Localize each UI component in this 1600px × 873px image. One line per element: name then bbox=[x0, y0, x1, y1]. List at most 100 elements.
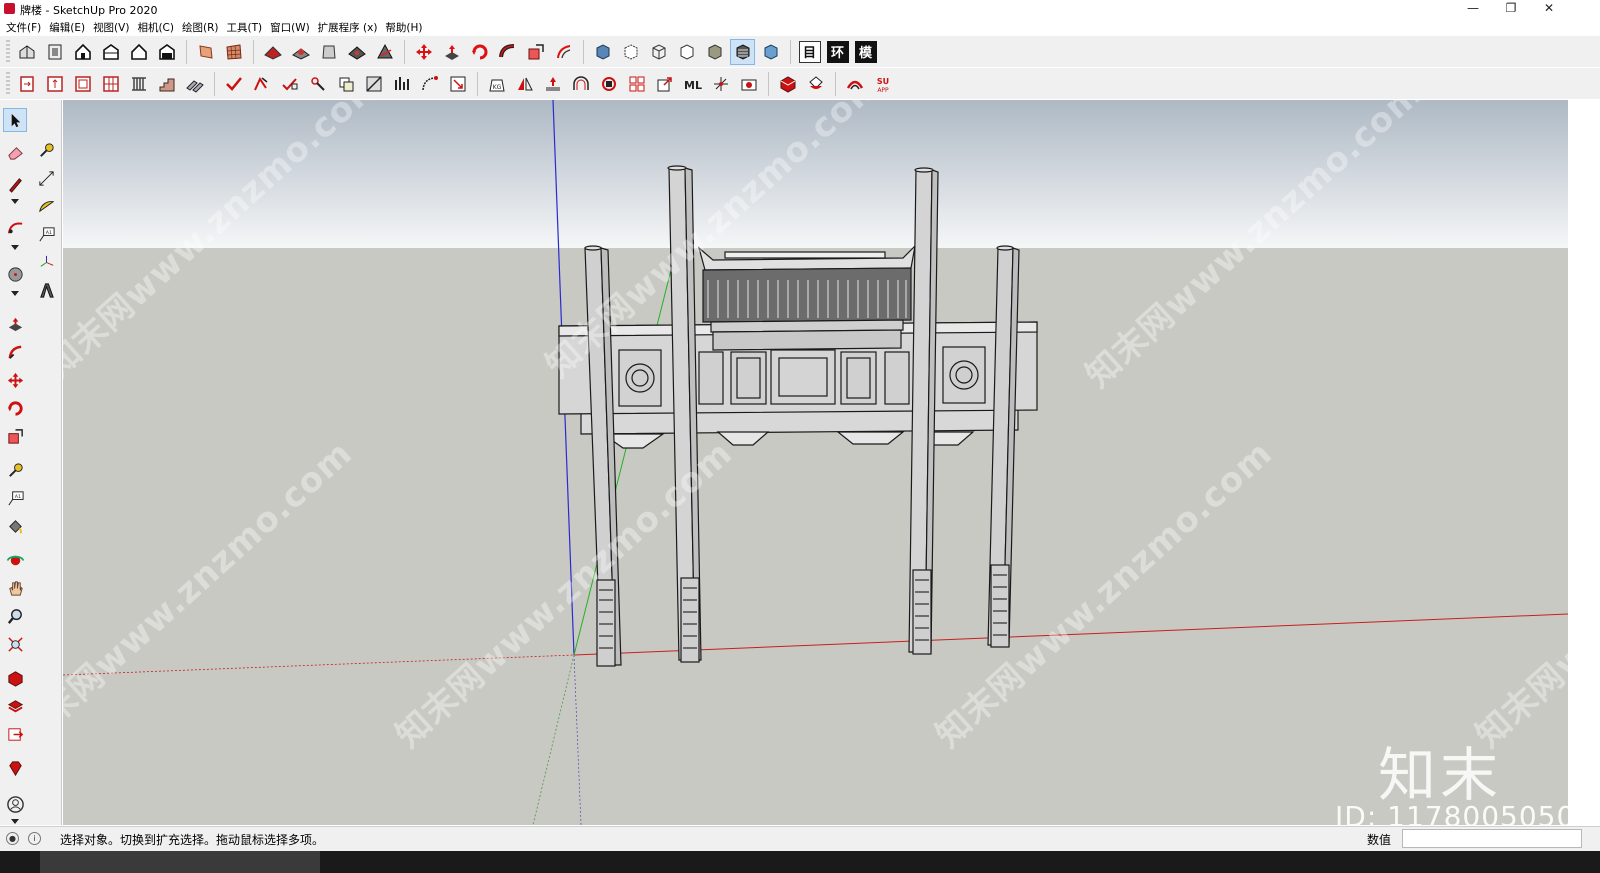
scale-button[interactable] bbox=[523, 39, 548, 65]
menu-file[interactable]: 文件(F) bbox=[4, 18, 47, 36]
plugin-cut-button[interactable] bbox=[361, 71, 386, 97]
style-xray-button[interactable] bbox=[590, 39, 615, 65]
plugin-weld-button[interactable] bbox=[249, 71, 274, 97]
plugin-paint-button[interactable] bbox=[803, 71, 828, 97]
plugin-mirror-button[interactable] bbox=[512, 71, 537, 97]
3dtext-tool-button[interactable] bbox=[34, 278, 58, 302]
move-button[interactable] bbox=[411, 39, 436, 65]
scale-tool-button[interactable] bbox=[3, 424, 27, 448]
toolbar-grip[interactable] bbox=[6, 71, 10, 96]
circle-tool-button[interactable] bbox=[3, 262, 27, 286]
restore-button[interactable]: ❐ bbox=[1492, 0, 1530, 18]
section-grid-button[interactable] bbox=[221, 39, 246, 65]
paifang-gate[interactable] bbox=[558, 165, 1038, 667]
dimension-tool-button[interactable] bbox=[34, 166, 58, 190]
view-front-button[interactable] bbox=[70, 39, 95, 65]
pan-tool-button[interactable] bbox=[3, 576, 27, 600]
menu-draw[interactable]: 绘图(R) bbox=[180, 18, 225, 36]
toolbar-grip[interactable] bbox=[6, 39, 10, 64]
plugin-spin-button[interactable] bbox=[596, 71, 621, 97]
style-hidden-button[interactable] bbox=[674, 39, 699, 65]
text-label-tool-button[interactable]: A1 bbox=[3, 486, 27, 510]
account-tool-button[interactable] bbox=[3, 792, 27, 816]
plugin-axes-button[interactable] bbox=[708, 71, 733, 97]
plugin-ml-button[interactable]: ML bbox=[680, 71, 705, 97]
menu-extensions[interactable]: 扩展程序 (x) bbox=[316, 18, 384, 36]
view-back-button[interactable] bbox=[126, 39, 151, 65]
ruby-console-tool-button[interactable] bbox=[3, 756, 27, 780]
select-tool-button[interactable] bbox=[3, 108, 27, 132]
orbit-tool-button[interactable] bbox=[3, 548, 27, 572]
plugin-railing-button[interactable] bbox=[126, 71, 151, 97]
arc-tool-button[interactable] bbox=[3, 216, 27, 240]
plugin-camera-button[interactable] bbox=[736, 71, 761, 97]
sandbox-detail-button[interactable] bbox=[344, 39, 369, 65]
menu-view[interactable]: 视图(V) bbox=[91, 18, 135, 36]
line-tool-dropdown[interactable] bbox=[11, 199, 19, 204]
minimize-button[interactable]: — bbox=[1454, 0, 1492, 18]
close-button[interactable]: ✕ bbox=[1530, 0, 1568, 18]
model-viewport[interactable]: 知末网www.znzmo.com 知末网www.znzmo.com 知末网www… bbox=[63, 100, 1568, 825]
plugin-select-button[interactable] bbox=[445, 71, 470, 97]
warehouse-tool-button[interactable] bbox=[3, 666, 27, 690]
plugin-bars-button[interactable] bbox=[389, 71, 414, 97]
plugin-huan-button[interactable]: 环 bbox=[825, 39, 850, 65]
zoom-extents-tool-button[interactable] bbox=[3, 632, 27, 656]
pushpull-tool-button[interactable] bbox=[3, 312, 27, 336]
plugin-door-button[interactable] bbox=[14, 71, 39, 97]
followme-tool-button[interactable] bbox=[3, 340, 27, 364]
followme-button[interactable] bbox=[495, 39, 520, 65]
menu-edit[interactable]: 编辑(E) bbox=[47, 18, 91, 36]
view-top-button[interactable] bbox=[42, 39, 67, 65]
plugin-redbox-button[interactable] bbox=[775, 71, 800, 97]
menu-tools[interactable]: 工具(T) bbox=[224, 18, 268, 36]
plugin-curve-button[interactable] bbox=[417, 71, 442, 97]
pushpull-button[interactable] bbox=[439, 39, 464, 65]
zoom-tool-button[interactable] bbox=[3, 604, 27, 628]
share-model-tool-button[interactable] bbox=[3, 722, 27, 746]
measurements-input[interactable] bbox=[1402, 829, 1582, 848]
plugin-roof-button[interactable] bbox=[842, 71, 867, 97]
protractor-tool-button[interactable] bbox=[34, 194, 58, 218]
plugin-suapp-button[interactable]: SU APP bbox=[870, 71, 895, 97]
tape-tool-button[interactable] bbox=[34, 138, 58, 162]
style-shaded-button[interactable] bbox=[702, 39, 727, 65]
offset-button[interactable] bbox=[551, 39, 576, 65]
geo-location-icon[interactable]: ● bbox=[6, 832, 19, 845]
tape-measure-tool-button[interactable] bbox=[3, 458, 27, 482]
text-tool-button[interactable]: A1 bbox=[34, 222, 58, 246]
axes-tool-button[interactable] bbox=[34, 250, 58, 274]
plugin-drop-button[interactable] bbox=[540, 71, 565, 97]
move-tool-button[interactable] bbox=[3, 368, 27, 392]
style-backedges-button[interactable] bbox=[618, 39, 643, 65]
sandbox-stamp-button[interactable] bbox=[288, 39, 313, 65]
plugin-mu-button[interactable]: 目 bbox=[797, 39, 822, 65]
plugin-box-button[interactable] bbox=[333, 71, 358, 97]
arc-tool-dropdown[interactable] bbox=[11, 245, 19, 250]
plugin-arch-button[interactable] bbox=[568, 71, 593, 97]
view-left-button[interactable] bbox=[154, 39, 179, 65]
sandbox-drape-button[interactable] bbox=[316, 39, 341, 65]
menu-window[interactable]: 窗口(W) bbox=[268, 18, 316, 36]
view-iso-button[interactable] bbox=[14, 39, 39, 65]
view-right-button[interactable] bbox=[98, 39, 123, 65]
eraser-tool-button[interactable] bbox=[3, 140, 27, 164]
account-dropdown[interactable] bbox=[11, 819, 19, 824]
menu-help[interactable]: 帮助(H) bbox=[383, 18, 428, 36]
plugin-window-button[interactable] bbox=[42, 71, 67, 97]
plugin-stairs-button[interactable] bbox=[154, 71, 179, 97]
plugin-tiles-button[interactable] bbox=[624, 71, 649, 97]
plugin-mo-button[interactable]: 模 bbox=[853, 39, 878, 65]
plugin-array-button[interactable] bbox=[182, 71, 207, 97]
plugin-joint-button[interactable] bbox=[305, 71, 330, 97]
shape-tool-dropdown[interactable] bbox=[11, 291, 19, 296]
rotate-button[interactable] bbox=[467, 39, 492, 65]
extension-tool-button[interactable] bbox=[3, 694, 27, 718]
plugin-export-button[interactable] bbox=[652, 71, 677, 97]
sandbox-flip-button[interactable] bbox=[372, 39, 397, 65]
plugin-grid-button[interactable] bbox=[98, 71, 123, 97]
paint-tool-button[interactable] bbox=[3, 514, 27, 538]
line-tool-button[interactable] bbox=[3, 172, 27, 196]
style-monochrome-button[interactable] bbox=[758, 39, 783, 65]
plugin-check-button[interactable] bbox=[221, 71, 246, 97]
